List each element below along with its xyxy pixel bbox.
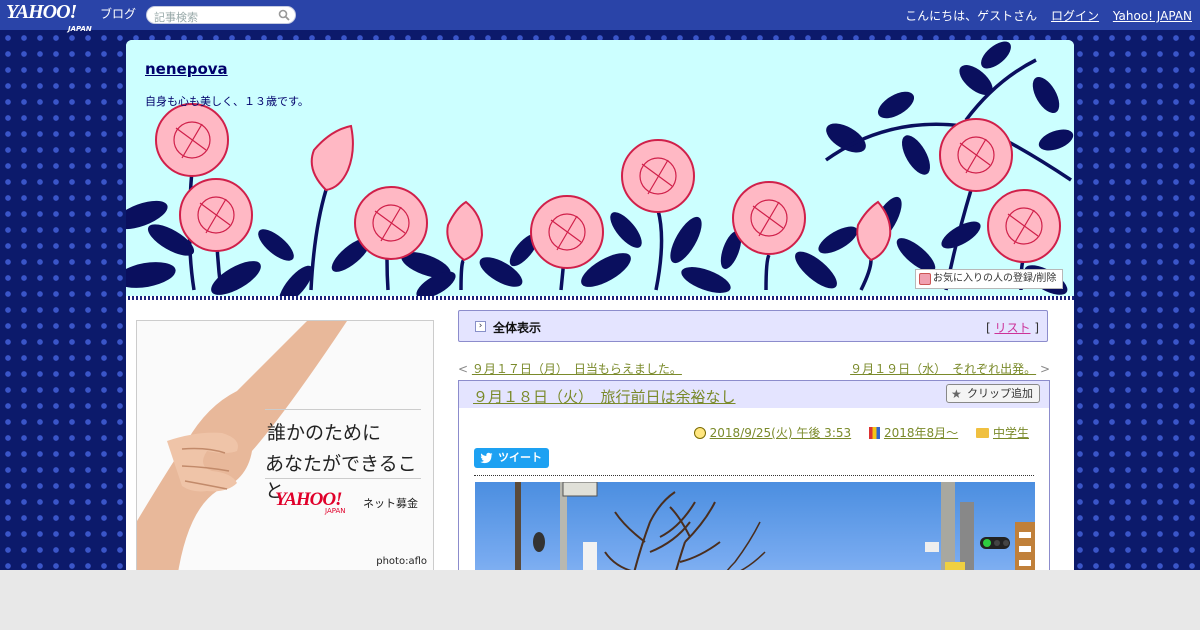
- search-icon[interactable]: [278, 9, 290, 21]
- twitter-bird-icon: [480, 452, 493, 464]
- ad-headline-1: 誰かのために: [267, 422, 382, 444]
- tweet-label: ツイート: [498, 451, 542, 464]
- rose-header-illustration: [126, 41, 1074, 298]
- next-article-nav: ９月１９日（水） それぞれ出発。 >: [850, 360, 1050, 377]
- star-icon: ★: [951, 387, 962, 401]
- article-book: 2018年8月～: [868, 426, 958, 440]
- article-search-input[interactable]: 記事検索: [146, 6, 296, 24]
- article-title[interactable]: ９月１８日（火） 旅行前日は余裕なし: [473, 386, 736, 407]
- prev-arrow: <: [458, 362, 469, 376]
- bracket-close: ]: [1034, 321, 1039, 335]
- top-navigation-bar: YAHOO! JAPAN ブログ 記事検索 こんにちは、ゲストさん ログイン Y…: [0, 0, 1200, 33]
- prev-article-link[interactable]: ９月１７日（月） 日当もらえました。: [472, 362, 682, 376]
- article-date-link[interactable]: 2018/9/25(火) 午後 3:53: [710, 426, 851, 440]
- ad-rule-top: [265, 409, 421, 410]
- greeting-text: こんにちは、ゲストさん: [905, 9, 1038, 23]
- yahoo-logo-sub: JAPAN: [68, 25, 92, 33]
- list-link-group: [ リスト ]: [986, 319, 1039, 336]
- page-footer-strip: [0, 570, 1200, 630]
- full-view-title: 全体表示: [493, 321, 542, 335]
- login-link[interactable]: ログイン: [1051, 9, 1099, 23]
- blog-title[interactable]: nenepova: [145, 60, 228, 78]
- clip-add-button[interactable]: ★ クリップ追加: [946, 384, 1040, 403]
- folder-icon: [975, 428, 989, 438]
- blog-header: nenepova 自身も心も美しく、１３歳です。 お気に入りの人の登録/削除: [126, 40, 1074, 298]
- blog-description: 自身も心も美しく、１３歳です。: [145, 95, 309, 108]
- prev-article-nav: < ９月１７日（月） 日当もらえました。: [458, 360, 682, 377]
- favorite-register-label: お気に入りの人の登録/削除: [933, 273, 1057, 284]
- search-placeholder: 記事検索: [154, 11, 198, 24]
- article-date: 2018/9/25(火) 午後 3:53: [693, 426, 851, 440]
- ad-yahoo-logo-sub: JAPAN: [325, 507, 346, 515]
- user-nav: こんにちは、ゲストさん ログイン Yahoo! JAPAN: [895, 7, 1192, 24]
- street-scene-illustration: [515, 482, 1035, 580]
- article-category: 中学生: [975, 426, 1029, 440]
- blog-page: nenepova 自身も心も美しく、１３歳です。 お気に入りの人の登録/削除 誰…: [126, 40, 1074, 580]
- arrow-right-icon: ›: [475, 321, 486, 332]
- header-divider: [126, 296, 1074, 300]
- charity-ad-banner[interactable]: 誰かのために あなたができること YAHOO! JAPAN ネット募金 phot…: [136, 320, 434, 580]
- article-meta: 2018/9/25(火) 午後 3:53 2018年8月～ 中学生: [680, 424, 1029, 441]
- ad-rule-bottom: [265, 478, 421, 479]
- bracket-open: [: [985, 321, 991, 335]
- blog-article: ９月１８日（火） 旅行前日は余裕なし ★ クリップ追加 2018/9/25(火)…: [458, 380, 1050, 580]
- yahoo-japan-link[interactable]: Yahoo! JAPAN: [1113, 9, 1192, 23]
- favorite-register-button[interactable]: お気に入りの人の登録/削除: [915, 269, 1063, 289]
- article-photo[interactable]: [475, 482, 1035, 580]
- next-article-link[interactable]: ９月１９日（水） それぞれ出発。: [850, 362, 1036, 376]
- dotted-divider: [474, 475, 1034, 476]
- clip-add-label: クリップ追加: [967, 387, 1033, 400]
- article-book-link[interactable]: 2018年8月～: [884, 426, 958, 440]
- list-view-link[interactable]: リスト: [994, 321, 1030, 335]
- clock-icon: [693, 427, 706, 439]
- favorite-icon: [919, 273, 931, 285]
- book-icon: [868, 427, 880, 439]
- tweet-button[interactable]: ツイート: [474, 448, 549, 468]
- full-view-bar: › 全体表示 [ リスト ]: [458, 310, 1048, 342]
- article-title-band: ９月１８日（火） 旅行前日は余裕なし ★ クリップ追加: [459, 381, 1049, 408]
- yahoo-logo[interactable]: YAHOO! JAPAN: [6, 2, 92, 33]
- ad-photo-credit: photo:aflo: [376, 556, 427, 567]
- next-arrow: >: [1039, 362, 1050, 376]
- service-name[interactable]: ブログ: [100, 5, 136, 22]
- article-category-link[interactable]: 中学生: [993, 426, 1029, 440]
- ad-net-donation-label: ネット募金: [363, 497, 418, 510]
